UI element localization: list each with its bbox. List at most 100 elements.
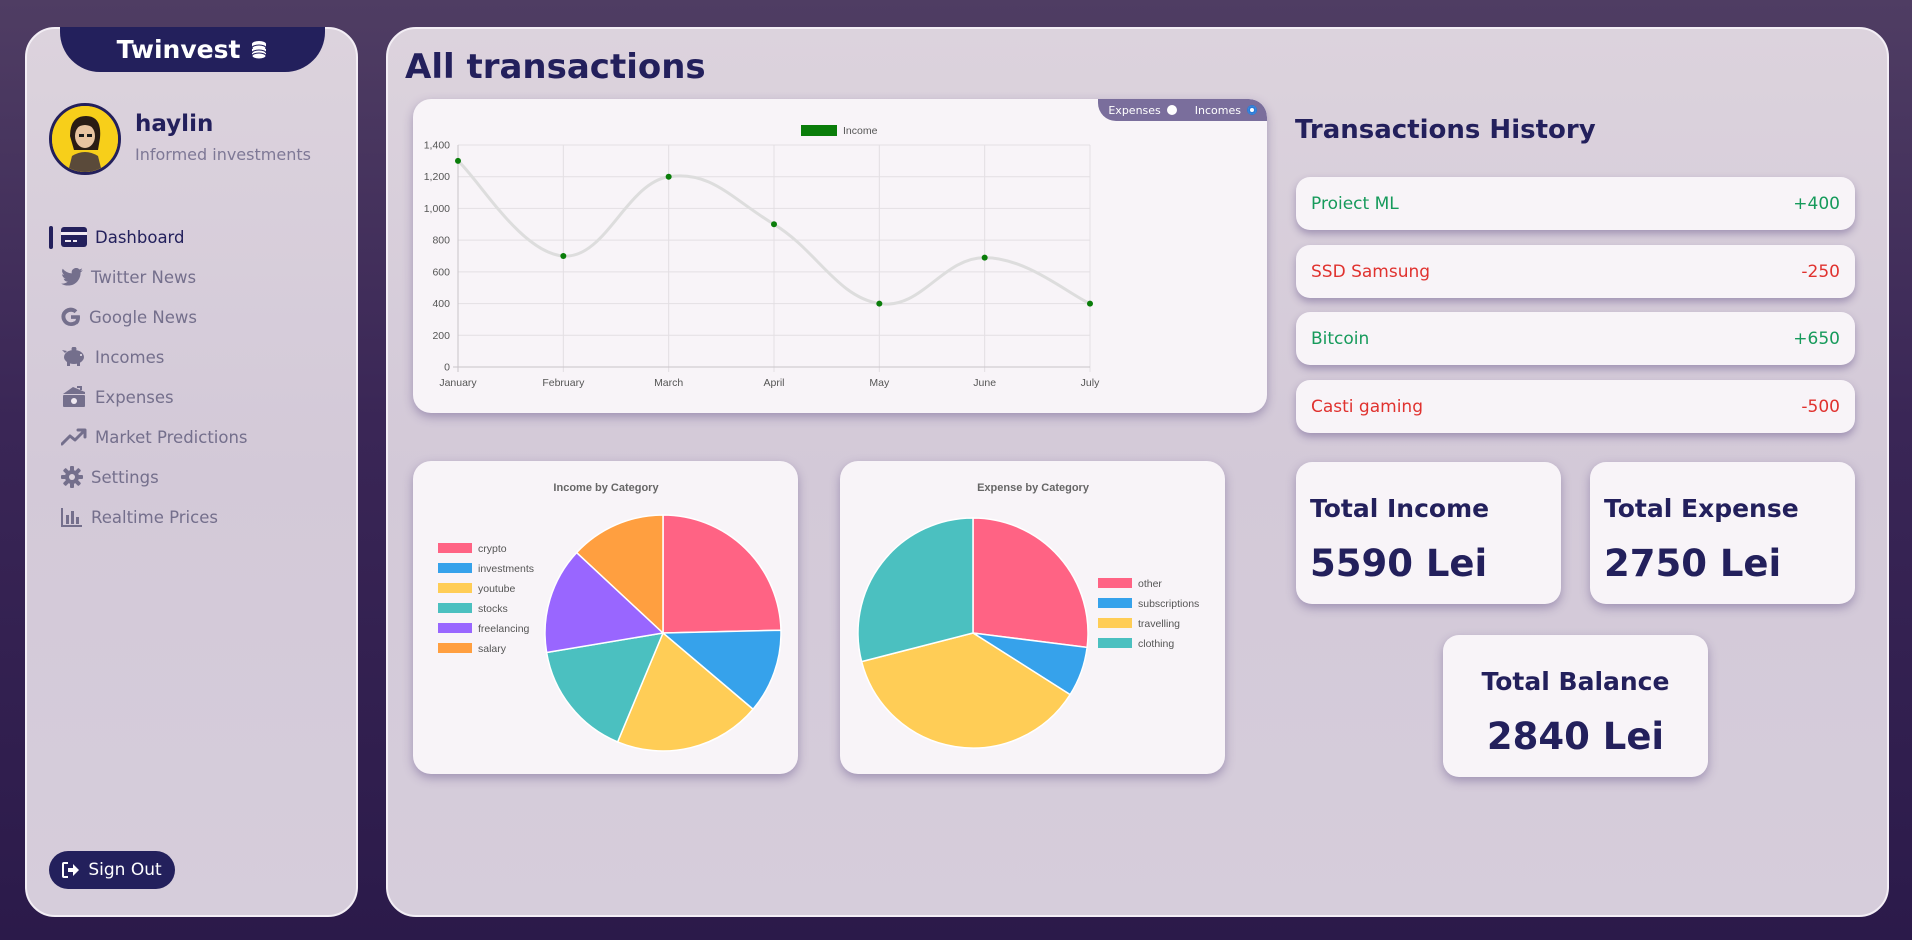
sidebar-nav: Dashboard Twitter News Google News Incom… xyxy=(49,217,339,537)
pie-slice-crypto xyxy=(662,514,782,634)
transaction-amount: +650 xyxy=(1793,328,1840,349)
transactions-history-title: Transactions History xyxy=(1295,115,1596,145)
legend-swatch xyxy=(438,623,472,633)
income-line-chart: 0 200 400 600 800 1,000 1,200 1,400 January Febru… xyxy=(424,125,1100,389)
legend-label: other xyxy=(1138,578,1162,590)
legend-label: subscriptions xyxy=(1138,598,1199,610)
y-tick-label: 1,000 xyxy=(424,203,450,215)
sidebar-item-settings[interactable]: Settings xyxy=(49,457,339,497)
income-data-point xyxy=(560,253,567,259)
legend-swatch xyxy=(438,543,472,553)
pie-title: Expense by Category xyxy=(977,482,1090,494)
legend-swatch xyxy=(1098,638,1132,648)
main-panel: All transactions Expenses Incomes 0 200 40… xyxy=(386,27,1889,917)
income-data-point xyxy=(981,254,988,261)
x-tick-label: January xyxy=(439,377,477,389)
y-tick-label: 200 xyxy=(432,330,450,342)
y-tick-label: 600 xyxy=(432,266,450,278)
page-title: All transactions xyxy=(405,47,706,87)
sidebar-item-dashboard[interactable]: Dashboard xyxy=(49,217,339,257)
sidebar-item-label: Expenses xyxy=(95,387,174,407)
y-tick-label: 800 xyxy=(432,235,450,247)
toggle-expenses-radio[interactable] xyxy=(1166,105,1177,115)
income-data-point xyxy=(876,300,883,307)
legend-label: travelling xyxy=(1138,618,1180,630)
legend-swatch xyxy=(438,563,472,573)
sidebar-item-label: Dashboard xyxy=(95,227,185,247)
sidebar-item-expenses[interactable]: Expenses xyxy=(49,377,339,417)
user-name: haylin xyxy=(135,111,214,137)
coins-icon xyxy=(251,40,267,59)
legend-swatch xyxy=(1098,598,1132,608)
total-balance-label: Total Balance xyxy=(1481,667,1670,696)
sidebar-item-label: Google News xyxy=(89,307,198,327)
total-balance-value: 2840 Lei xyxy=(1486,715,1665,758)
sidebar-item-incomes[interactable]: Incomes xyxy=(49,337,339,377)
sidebar-item-label: Twitter News xyxy=(91,267,197,287)
sidebar-item-label: Settings xyxy=(91,467,159,487)
avatar[interactable] xyxy=(49,103,121,175)
legend-swatch xyxy=(801,125,837,136)
x-tick-label: May xyxy=(869,377,890,389)
total-expense-label: Total Expense xyxy=(1604,494,1799,523)
total-expense-value: 2750 Lei xyxy=(1604,542,1782,585)
transaction-name: Casti gaming xyxy=(1311,396,1423,417)
trend-up-icon xyxy=(61,428,87,446)
sidebar-item-market-predictions[interactable]: Market Predictions xyxy=(49,417,339,457)
money-bills-icon xyxy=(63,386,85,407)
transaction-item[interactable]: Casti gaming -500 xyxy=(1296,380,1855,433)
google-icon xyxy=(61,307,80,327)
transaction-item[interactable]: Bitcoin +650 xyxy=(1296,312,1855,365)
transaction-amount: -250 xyxy=(1801,261,1840,282)
transaction-amount: -500 xyxy=(1801,396,1840,417)
toggle-incomes-label: Incomes xyxy=(1194,103,1241,117)
sign-out-button[interactable]: Sign Out xyxy=(49,851,175,889)
y-tick-label: 1,400 xyxy=(424,140,450,152)
toggle-incomes-radio[interactable] xyxy=(1247,105,1257,115)
chart-type-toggle: Expenses Incomes xyxy=(1098,99,1267,121)
y-tick-label: 400 xyxy=(432,298,450,310)
legend-label: salary xyxy=(478,643,507,655)
sign-out-label: Sign Out xyxy=(88,860,162,880)
x-tick-label: July xyxy=(1081,377,1100,389)
total-income-card: Total Income 5590 Lei xyxy=(1296,462,1561,604)
expense-category-pie-chart: Expense by Category other subscriptions tra… xyxy=(857,482,1199,749)
sidebar-item-twitter-news[interactable]: Twitter News xyxy=(49,257,339,297)
transaction-name: SSD Samsung xyxy=(1311,261,1431,282)
total-expense-card: Total Expense 2750 Lei xyxy=(1590,462,1855,604)
legend-label: stocks xyxy=(478,603,508,615)
toggle-expenses-label: Expenses xyxy=(1108,103,1161,117)
income-data-point xyxy=(1087,300,1093,307)
x-tick-label: April xyxy=(763,377,784,389)
sidebar-item-realtime-prices[interactable]: Realtime Prices xyxy=(49,497,339,537)
legend-swatch xyxy=(438,643,472,653)
credit-card-icon xyxy=(61,227,87,247)
user-subtitle: Informed investments xyxy=(135,145,311,164)
transaction-item[interactable]: Proiect ML +400 xyxy=(1296,177,1855,230)
transaction-item[interactable]: SSD Samsung -250 xyxy=(1296,245,1855,298)
brand-header[interactable]: Twinvest xyxy=(60,27,325,72)
transaction-name: Proiect ML xyxy=(1311,193,1399,214)
sidebar-item-label: Realtime Prices xyxy=(91,507,218,527)
y-tick-label: 0 xyxy=(444,362,450,374)
income-category-pie-chart: Income by Category crypto investments youtu… xyxy=(438,482,782,752)
income-data-point xyxy=(771,221,777,228)
legend-label: clothing xyxy=(1138,638,1174,650)
transaction-name: Bitcoin xyxy=(1311,328,1370,349)
income-line-chart-card: Expenses Incomes 0 200 400 600 800 1,000 1,200… xyxy=(413,99,1267,413)
income-data-point xyxy=(455,157,461,164)
sidebar-item-google-news[interactable]: Google News xyxy=(49,297,339,337)
legend-label: freelancing xyxy=(478,623,530,635)
legend-label: crypto xyxy=(478,543,507,555)
expense-category-card: Expense by Category other subscriptions tra… xyxy=(840,461,1225,774)
brand-name: Twinvest xyxy=(116,35,241,64)
x-tick-label: March xyxy=(654,377,683,389)
total-balance-card: Total Balance 2840 Lei xyxy=(1443,635,1708,777)
transaction-amount: +400 xyxy=(1793,193,1840,214)
income-category-card: Income by Category crypto investments youtu… xyxy=(413,461,798,774)
legend-label: youtube xyxy=(478,583,516,595)
legend-swatch xyxy=(1098,578,1132,588)
sidebar: Twinvest haylin Informed investments Das… xyxy=(25,27,358,917)
legend-swatch xyxy=(438,603,472,613)
pie-title: Income by Category xyxy=(553,482,659,494)
